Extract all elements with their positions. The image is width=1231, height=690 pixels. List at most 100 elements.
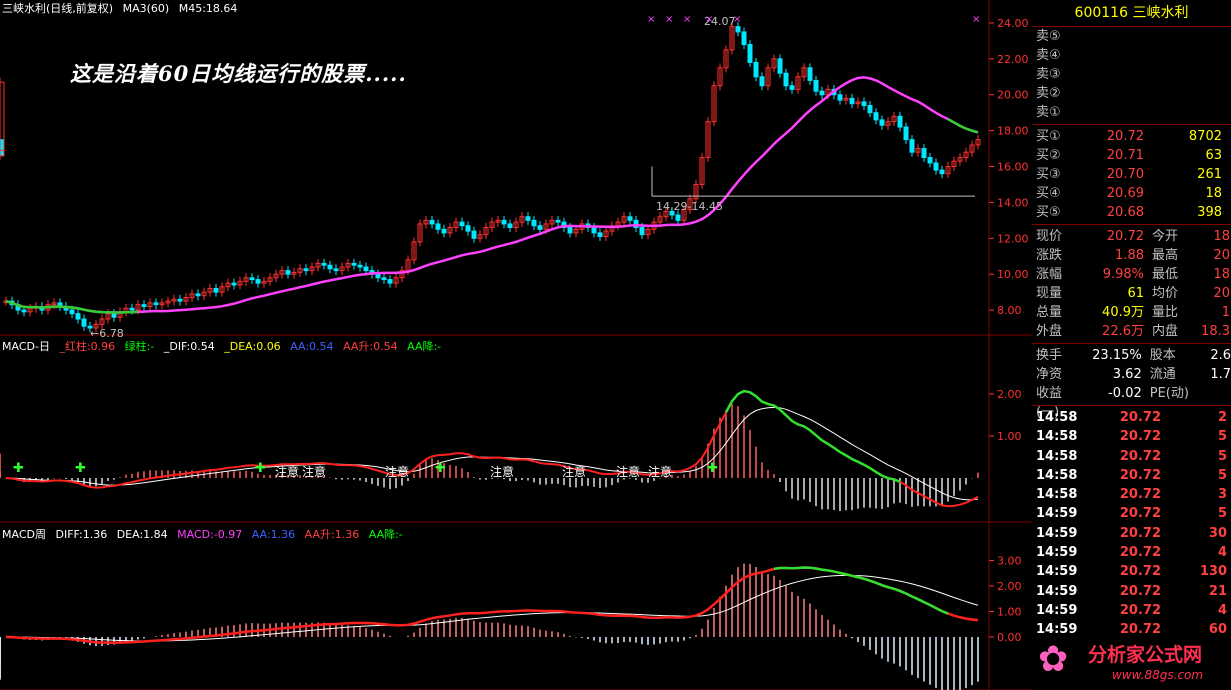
extra-row: 换手 23.15% 股本 2.6 [1032, 346, 1231, 365]
candle-body [747, 44, 753, 63]
candle-body [381, 277, 387, 281]
tick-time: 14:59 [1036, 564, 1078, 580]
quote-code: 600116 [1074, 5, 1128, 21]
site-logo: ✿ 分析家公式网 www.88gs.com [1032, 636, 1231, 690]
week-diff-fall-segment [773, 566, 949, 615]
stat-row: 涨幅 9.98% 最低 18 [1032, 265, 1231, 284]
stat-label: 外盘 [1036, 324, 1063, 339]
buy-label: 买⑤ [1036, 205, 1061, 220]
range-annotation: 14.29-14.45 [656, 200, 723, 213]
buy-price: 20.72 [1106, 129, 1144, 144]
candle-body [213, 288, 219, 293]
extra-value-2: 2.6 [1210, 348, 1231, 363]
tick-price: 20.72 [1119, 448, 1161, 464]
tick-time: 14:58 [1036, 429, 1078, 445]
tick-time: 14:58 [1036, 467, 1078, 483]
buy-price: 20.71 [1106, 148, 1144, 163]
logo-name: 分析家公式网 [1088, 644, 1203, 666]
stat-label-2: 最高 [1152, 248, 1179, 263]
sell-row: 卖③ [1032, 65, 1231, 84]
chart-caption: 这是沿着60日均线运行的股票..... [70, 61, 407, 86]
zhuyi-marker: 注意 [275, 464, 299, 479]
stat-label: 涨跌 [1036, 248, 1063, 263]
tick-price: 20.72 [1119, 602, 1161, 618]
candle-body [435, 223, 441, 230]
tick-volume: 5 [1217, 506, 1227, 522]
candle-body [129, 307, 135, 311]
tick-price: 20.72 [1119, 506, 1161, 522]
buy-volume: 18 [1205, 186, 1222, 201]
buy-label: 买② [1036, 148, 1061, 163]
y-tick-label: 3.00 [997, 555, 1022, 568]
signal-marker: × [705, 14, 713, 25]
macd-week-aa-down: AA降:- [368, 528, 403, 541]
buy-price: 20.70 [1106, 167, 1144, 182]
tick-volume: 4 [1217, 545, 1227, 561]
macd-day-red: _红柱:0.96 [59, 340, 116, 353]
stat-label: 总量 [1036, 305, 1063, 320]
stat-row: 涨跌 1.88 最高 20 [1032, 246, 1231, 265]
tick-row: 14:59 20.72 21 [1032, 582, 1231, 601]
candle-body [939, 169, 945, 175]
zhuyi-marker: 注意 [385, 464, 409, 479]
y-tick-label: 20.00 [997, 89, 1029, 102]
stat-row: 外盘 22.6万 内盘 18.3 [1032, 322, 1231, 341]
buy-volume: 261 [1197, 167, 1222, 182]
price-panel-header: 三峡水利(日线,前复权) MA3(60) M45:18.64 [2, 2, 243, 16]
sell-row: 卖② [1032, 84, 1231, 103]
y-tick-label: 1.00 [997, 430, 1022, 443]
buy-row: 买② 20.71 63 [1032, 146, 1231, 165]
candle-body [81, 318, 87, 327]
tick-volume: 130 [1199, 564, 1227, 580]
sell-label: 卖④ [1036, 48, 1061, 63]
extra-label: 净资 [1036, 367, 1063, 382]
macd-week-diff: DIFF:1.36 [55, 528, 108, 541]
buy-volume: 63 [1205, 148, 1222, 163]
dif-line [5, 390, 979, 508]
candle-body [783, 72, 789, 87]
macd-day-green: 绿柱:- [124, 340, 155, 353]
stat-value: 9.98% [1102, 267, 1144, 282]
buy-arrow: ✚ [435, 461, 446, 476]
candle-body [195, 293, 201, 297]
candle-body [321, 262, 327, 266]
candle-body [933, 162, 939, 171]
tick-time: 14:59 [1036, 525, 1078, 541]
buy-arrow: ✚ [75, 461, 86, 476]
ma60-line [5, 76, 979, 314]
candle-body [153, 302, 159, 306]
candle-body [375, 273, 381, 279]
candle-body [897, 115, 903, 128]
tick-row: 14:58 20.72 2 [1032, 408, 1231, 427]
dif-fall-segment [724, 389, 901, 483]
candle-body [327, 264, 333, 270]
candle-body [303, 268, 309, 272]
sell-label: 卖⑤ [1036, 29, 1061, 44]
signal-marker: × [647, 14, 655, 25]
tick-volume: 5 [1217, 429, 1227, 445]
stat-value-2: 20 [1213, 286, 1230, 301]
candle-body [69, 309, 75, 315]
ma60-down-segment [947, 118, 979, 134]
stat-value: 40.9万 [1102, 305, 1144, 320]
candle-body [741, 31, 747, 46]
tick-volume: 2 [1217, 410, 1227, 425]
low-annotation: ←6.78 [90, 327, 124, 340]
buy-label: 买③ [1036, 167, 1061, 182]
buy-arrow: ✚ [255, 461, 266, 476]
candle-body [501, 219, 507, 225]
stat-row: 总量 40.9万 量比 1 [1032, 303, 1231, 322]
tick-price: 20.72 [1119, 467, 1161, 483]
tick-list: 14:58 20.72 2 14:58 20.72 5 14:58 20.72 5 14:58 20… [1032, 408, 1231, 659]
candle-body [351, 262, 357, 266]
extra-label-2: 股本 [1149, 348, 1176, 363]
macd-day-name: MACD-日 [2, 340, 50, 353]
candle-body [429, 219, 435, 225]
candle-body [0, 139, 5, 150]
extra-label: 换手 [1036, 348, 1063, 363]
candle-body [363, 266, 369, 272]
macd-week-aa: AA:1.36 [251, 528, 296, 541]
stat-value-2: 18 [1213, 229, 1230, 244]
candle-body [255, 279, 261, 284]
y-tick-label: 24.00 [997, 17, 1029, 30]
